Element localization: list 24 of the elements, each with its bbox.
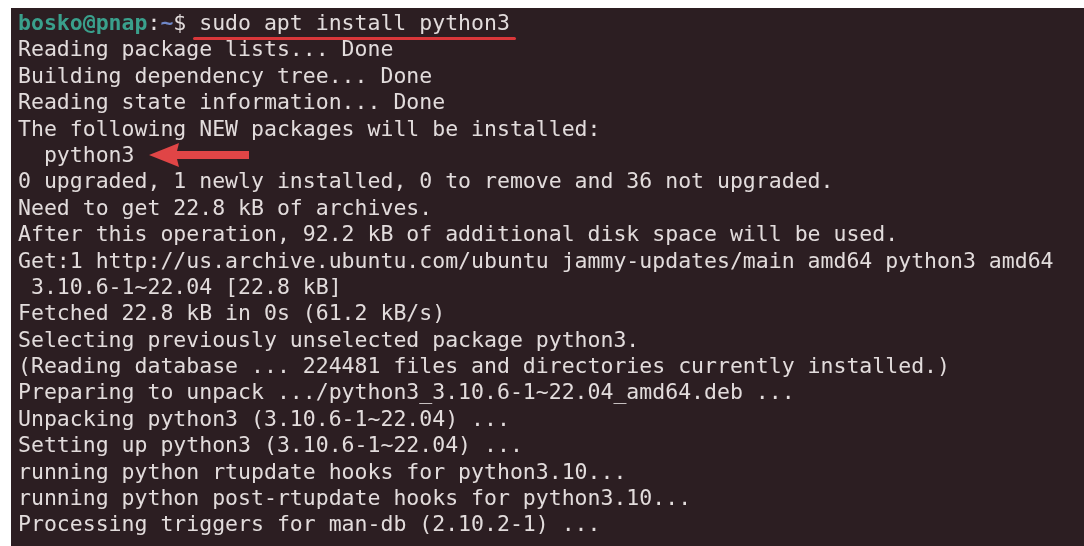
prompt-symbol: $ [173, 10, 187, 37]
command-text: sudo apt install python3 [199, 10, 510, 35]
output-line: Reading package lists... Done [18, 36, 394, 63]
output-line: running python post-rtupdate hooks for python3.10... [18, 485, 692, 512]
prompt-path: ~ [160, 10, 174, 37]
output-line: Get:1 http://us.archive.ubuntu.com/ubuntu jammy-updates/main amd64 python3 amd64 [18, 247, 1054, 274]
output-line: Unpacking python3 (3.10.6-1~22.04) ... [18, 405, 510, 433]
output-line: Processing triggers for man-db (2.10.2-1) ... [18, 511, 601, 538]
output-line: running python rtupdate hooks for python3.10... [18, 458, 627, 486]
output-line: 3.10.6-1~22.04 [22.8 kB] [29, 273, 342, 301]
output-line: Building dependency tree... Done [18, 62, 433, 90]
output-line: Need to get 22.8 kB of archives. [18, 194, 433, 222]
prompt-user-host: bosko@pnap [18, 10, 148, 37]
output-line: Reading state information... Done [18, 89, 446, 116]
output-line: Selecting previously unselected package python3. [18, 326, 640, 354]
output-line: 0 upgraded, 1 newly installed, 0 to remove and 36 not upgraded. [18, 168, 834, 195]
output-line: After this operation, 92.2 kB of additional disk space will be used. [18, 221, 899, 248]
output-line: python3 [42, 141, 135, 169]
output-line: Preparing to unpack .../python3_3.10.6-1~22.04_amd64.deb ... [18, 379, 795, 406]
prompt-separator: : [147, 10, 161, 37]
output-line: Setting up python3 (3.10.6-1~22.04) ... [18, 432, 523, 459]
output-line: (Reading database ... 224481 files and directories currently installed.) [18, 353, 950, 380]
output-line: Fetched 22.8 kB in 0s (61.2 kB/s) [18, 300, 446, 327]
output-line: The following NEW packages will be installed: [18, 115, 601, 142]
